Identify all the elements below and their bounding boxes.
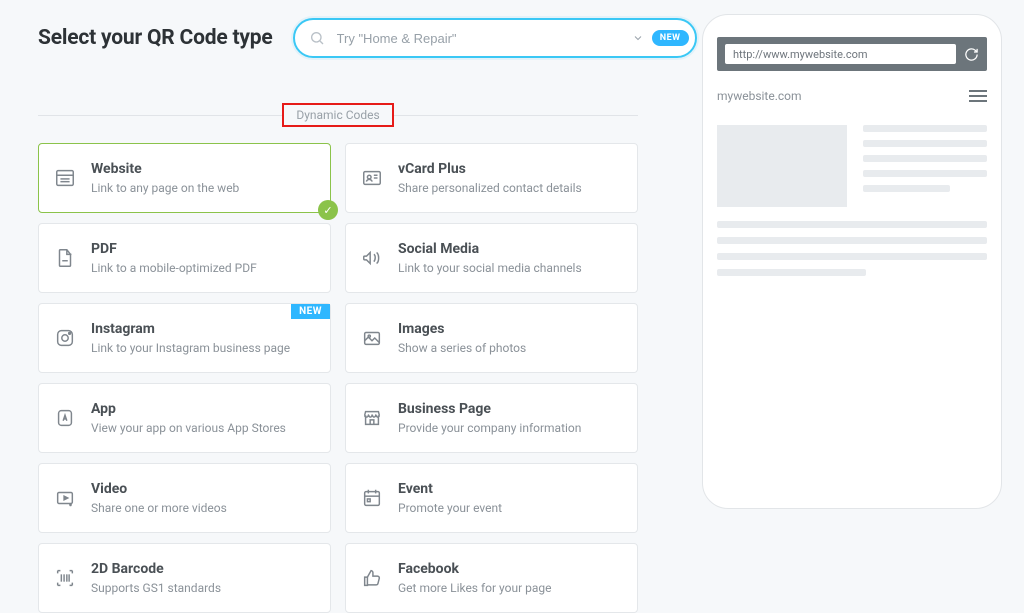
preview-body (717, 125, 987, 207)
store-icon (360, 406, 384, 430)
placeholder-line (717, 269, 866, 276)
placeholder-line (863, 185, 950, 192)
site-name: mywebsite.com (717, 89, 802, 103)
divider-line (38, 115, 282, 116)
thumbsup-icon (360, 566, 384, 590)
card-texts: 2D BarcodeSupports GS1 standards (91, 560, 221, 596)
refresh-icon[interactable] (964, 47, 979, 62)
card-title: Images (398, 320, 526, 339)
divider-line (394, 115, 638, 116)
section-divider: Dynamic Codes (38, 103, 638, 127)
preview-header: mywebsite.com (717, 89, 987, 103)
card-pdf[interactable]: PDFLink to a mobile-optimized PDF (38, 223, 331, 293)
card-desc: Share one or more videos (91, 500, 227, 516)
card-texts: FacebookGet more Likes for your page (398, 560, 552, 596)
search-input[interactable] (335, 30, 624, 47)
chevron-down-icon[interactable] (632, 32, 644, 44)
card-desc: Get more Likes for your page (398, 580, 552, 596)
card-texts: Business PageProvide your company inform… (398, 400, 581, 436)
placeholder-lines (863, 125, 987, 207)
card-desc: Supports GS1 standards (91, 580, 221, 596)
card-title: Website (91, 160, 239, 179)
card-texts: ImagesShow a series of photos (398, 320, 526, 356)
card-texts: vCard PlusShare personalized contact det… (398, 160, 582, 196)
placeholder-line (863, 140, 987, 147)
card-desc: Promote your event (398, 500, 502, 516)
card-desc: Link to your social media channels (398, 260, 582, 276)
phone-preview: http://www.mywebsite.com mywebsite.com (702, 14, 1002, 509)
card-desc: Link to any page on the web (91, 180, 239, 196)
card-title: Video (91, 480, 227, 499)
website-icon (53, 166, 77, 190)
card-texts: PDFLink to a mobile-optimized PDF (91, 240, 257, 276)
app-icon (53, 406, 77, 430)
card-video[interactable]: VideoShare one or more videos (38, 463, 331, 533)
card-desc: Provide your company information (398, 420, 581, 436)
placeholder-line (863, 155, 987, 162)
barcode-icon (53, 566, 77, 590)
card-title: Event (398, 480, 502, 499)
card-desc: Link to your Instagram business page (91, 340, 290, 356)
megaphone-icon (360, 246, 384, 270)
card-images[interactable]: ImagesShow a series of photos (345, 303, 638, 373)
card-texts: VideoShare one or more videos (91, 480, 227, 516)
card-app[interactable]: AppView your app on various App Stores (38, 383, 331, 453)
card-texts: AppView your app on various App Stores (91, 400, 286, 436)
section-label-dynamic: Dynamic Codes (282, 103, 393, 127)
card-texts: EventPromote your event (398, 480, 502, 516)
placeholder-line (717, 221, 987, 228)
hamburger-icon[interactable] (969, 90, 987, 102)
search-field[interactable]: NEW (293, 18, 697, 58)
search-icon (309, 30, 325, 46)
card-website[interactable]: WebsiteLink to any page on the web✓ (38, 143, 331, 213)
card-barcode[interactable]: 2D BarcodeSupports GS1 standards (38, 543, 331, 613)
card-title: Social Media (398, 240, 582, 259)
card-desc: Show a series of photos (398, 340, 526, 356)
card-texts: InstagramLink to your Instagram business… (91, 320, 290, 356)
placeholder-line (863, 170, 987, 177)
card-desc: View your app on various App Stores (91, 420, 286, 436)
card-title: 2D Barcode (91, 560, 221, 579)
card-desc: Share personalized contact details (398, 180, 582, 196)
new-badge: NEW (291, 304, 330, 319)
placeholder-line (717, 253, 987, 260)
card-title: PDF (91, 240, 257, 259)
video-icon (53, 486, 77, 510)
placeholder-line (717, 237, 987, 244)
images-icon (360, 326, 384, 350)
card-title: Instagram (91, 320, 290, 339)
browser-url-bar: http://www.mywebsite.com (717, 37, 987, 71)
page-title: Select your QR Code type (38, 26, 273, 50)
instagram-icon (53, 326, 77, 350)
card-event[interactable]: EventPromote your event (345, 463, 638, 533)
card-vcard[interactable]: vCard PlusShare personalized contact det… (345, 143, 638, 213)
url-field[interactable]: http://www.mywebsite.com (725, 44, 956, 64)
page-root: Select your QR Code type NEW Dynamic Cod… (0, 0, 1024, 527)
vcard-icon (360, 166, 384, 190)
check-icon: ✓ (318, 200, 338, 220)
event-icon (360, 486, 384, 510)
card-social[interactable]: Social MediaLink to your social media ch… (345, 223, 638, 293)
card-instagram[interactable]: InstagramLink to your Instagram business… (38, 303, 331, 373)
new-pill: NEW (652, 30, 689, 46)
card-business[interactable]: Business PageProvide your company inform… (345, 383, 638, 453)
card-texts: WebsiteLink to any page on the web (91, 160, 239, 196)
card-title: Business Page (398, 400, 581, 419)
card-title: Facebook (398, 560, 552, 579)
qr-type-grid: WebsiteLink to any page on the web✓vCard… (38, 143, 638, 613)
card-texts: Social MediaLink to your social media ch… (398, 240, 582, 276)
card-title: App (91, 400, 286, 419)
card-facebook[interactable]: FacebookGet more Likes for your page (345, 543, 638, 613)
card-title: vCard Plus (398, 160, 582, 179)
placeholder-paragraph (717, 221, 987, 276)
placeholder-image (717, 125, 847, 207)
pdf-icon (53, 246, 77, 270)
placeholder-line (863, 125, 987, 132)
card-desc: Link to a mobile-optimized PDF (91, 260, 257, 276)
